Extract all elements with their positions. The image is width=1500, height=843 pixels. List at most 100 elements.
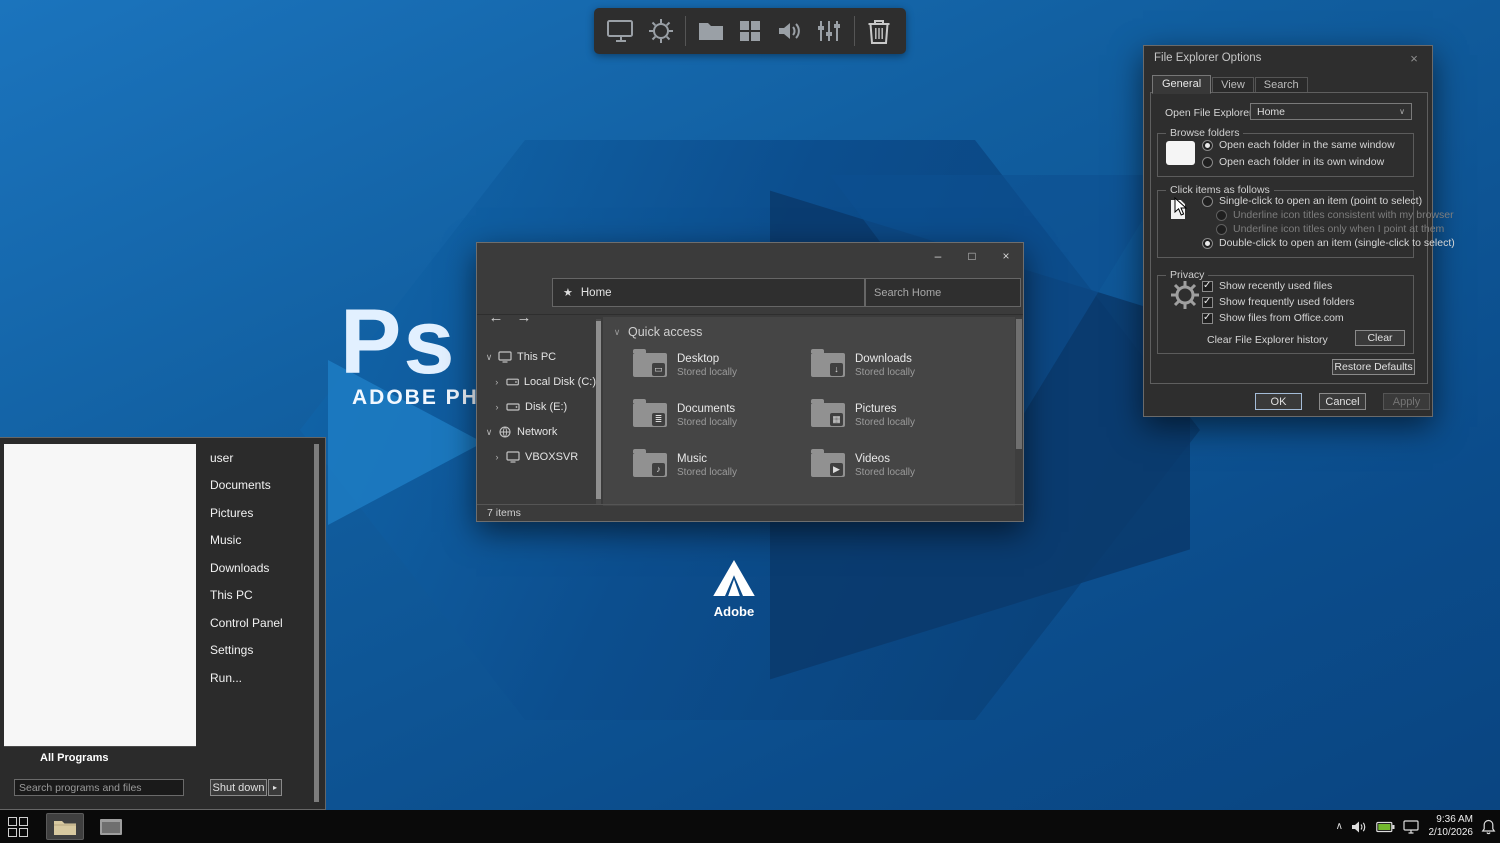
open-to-dropdown[interactable]: Home ∨ [1250, 103, 1412, 120]
disk-icon [506, 403, 520, 411]
content-scrollbar[interactable] [1015, 317, 1023, 506]
quick-access-item-pictures[interactable]: ▦ Pictures Stored locally [811, 397, 981, 437]
sidebar-item-local-disk-c[interactable]: › Local Disk (C:) [477, 371, 596, 393]
start-menu-item-user[interactable]: user [196, 444, 314, 472]
file-explorer-dock-button[interactable] [696, 13, 725, 49]
chevron-right-icon[interactable]: › [493, 452, 501, 462]
checkbox-office-files[interactable]: Show files from Office.com [1202, 312, 1344, 324]
checkbox-icon[interactable] [1202, 280, 1213, 292]
adobe-logo: Adobe [710, 560, 758, 619]
checkbox-frequent-folders[interactable]: Show frequently used folders [1202, 296, 1354, 308]
sidebar-item-vboxsvr[interactable]: › VBOXSVR [477, 446, 596, 468]
sidebar-item-this-pc[interactable]: ∨ This PC [477, 346, 596, 368]
display-settings-button[interactable] [606, 13, 636, 49]
chevron-down-icon[interactable]: ∨ [485, 352, 493, 363]
start-menu-item-settings[interactable]: Settings [196, 637, 314, 665]
radio-own-window[interactable]: Open each folder in its own window [1202, 156, 1384, 168]
sidebar-item-network[interactable]: ∨ Network [477, 421, 596, 443]
privacy-group: Privacy Show recently used files [1157, 269, 1414, 354]
start-menu-item-pictures[interactable]: Pictures [196, 499, 314, 527]
maximize-button[interactable]: □ [955, 243, 989, 269]
chevron-right-icon[interactable]: › [493, 377, 501, 387]
start-menu-item-run[interactable]: Run... [196, 664, 314, 692]
start-search-input[interactable] [14, 779, 184, 796]
quick-access-item-downloads[interactable]: ↓ Downloads Stored locally [811, 347, 981, 387]
taskbar-app-options-window[interactable] [92, 813, 130, 840]
start-menu-programs-panel [4, 444, 196, 746]
tray-expand-icon[interactable]: ∧ [1336, 821, 1343, 832]
radio-same-window[interactable]: Open each folder in the same window [1202, 139, 1395, 151]
settings-gear-button[interactable] [646, 13, 675, 49]
shutdown-options-button[interactable]: ▸ [268, 779, 282, 796]
scrollbar-thumb[interactable] [596, 321, 601, 499]
shutdown-button[interactable]: Shut down [210, 779, 267, 796]
restore-defaults-button[interactable]: Restore Defaults [1332, 359, 1415, 375]
minimize-button[interactable]: – [921, 243, 955, 269]
sidebar-item-disk-e[interactable]: › Disk (E:) [477, 396, 596, 418]
start-menu: user Documents Pictures Music Downloads … [0, 437, 326, 810]
radio-single-click[interactable]: Single-click to open an item (point to s… [1202, 195, 1422, 207]
quick-access-header[interactable]: ∨ Quick access [613, 325, 703, 339]
audio-mixer-dock-button[interactable] [814, 13, 843, 49]
taskbar: ∧ 9:36 AM 2/10/2026 [0, 810, 1500, 843]
start-grid-square [19, 828, 28, 837]
radio-icon[interactable] [1216, 223, 1227, 235]
close-button[interactable]: × [989, 243, 1023, 269]
network-icon[interactable] [1403, 819, 1419, 834]
start-button[interactable] [8, 817, 28, 837]
section-chevron-icon[interactable]: ∨ [613, 327, 621, 338]
radio-icon[interactable] [1202, 237, 1213, 249]
scrollbar-thumb[interactable] [1016, 319, 1022, 449]
sidebar-scrollbar[interactable] [596, 319, 601, 505]
radio-double-click[interactable]: Double-click to open an item (single-cli… [1202, 237, 1455, 249]
start-menu-item-music[interactable]: Music [196, 527, 314, 555]
checkbox-recent-files[interactable]: Show recently used files [1202, 280, 1332, 292]
quick-access-item-videos[interactable]: ▶ Videos Stored locally [811, 447, 981, 487]
folder-icon: ≣ [633, 399, 667, 427]
explorer-search-input[interactable] [865, 278, 1021, 307]
all-programs-button[interactable]: All Programs [40, 752, 108, 764]
start-menu-item-control-panel[interactable]: Control Panel [196, 609, 314, 637]
windows-dock-button[interactable] [736, 13, 765, 49]
radio-icon[interactable] [1216, 209, 1227, 221]
start-menu-scrollbar[interactable] [314, 444, 319, 802]
taskbar-clock[interactable]: 9:36 AM 2/10/2026 [1427, 814, 1474, 839]
chevron-right-icon[interactable]: › [493, 402, 501, 412]
start-menu-item-documents[interactable]: Documents [196, 472, 314, 500]
dropdown-value: Home [1257, 105, 1286, 118]
dialog-titlebar[interactable]: File Explorer Options × [1144, 46, 1432, 70]
cancel-button[interactable]: Cancel [1319, 393, 1366, 410]
address-bar[interactable]: ★ Home [552, 278, 865, 307]
clock-date: 2/10/2026 [1428, 826, 1474, 838]
apply-button[interactable]: Apply [1383, 393, 1430, 410]
start-grid-square [8, 817, 17, 826]
explorer-titlebar[interactable]: – □ × [477, 243, 1023, 269]
volume-dock-button[interactable] [775, 13, 804, 49]
quick-access-item-music[interactable]: ♪ Music Stored locally [633, 447, 803, 487]
tab-general[interactable]: General [1152, 75, 1212, 94]
notifications-bell-icon[interactable] [1481, 819, 1496, 835]
chevron-down-icon[interactable]: ∨ [485, 427, 493, 438]
privacy-gear-icon [1171, 281, 1199, 309]
battery-icon[interactable] [1376, 821, 1395, 833]
clear-button[interactable]: Clear [1355, 330, 1405, 346]
group-title: Browse folders [1166, 127, 1244, 139]
taskbar-app-file-explorer[interactable] [46, 813, 84, 840]
checkbox-icon[interactable] [1202, 312, 1213, 324]
radio-underline-consistent[interactable]: Underline icon titles consistent with my… [1216, 209, 1454, 221]
server-icon [506, 451, 520, 463]
dialog-close-icon[interactable]: × [1406, 51, 1422, 66]
ok-button[interactable]: OK [1255, 393, 1302, 410]
radio-icon[interactable] [1202, 195, 1213, 207]
radio-icon[interactable] [1202, 156, 1213, 168]
recycle-bin-dock-button[interactable] [865, 13, 894, 49]
volume-tray-icon[interactable] [1351, 820, 1368, 834]
video-badge-icon: ▶ [830, 463, 843, 476]
start-menu-item-this-pc[interactable]: This PC [196, 582, 314, 610]
quick-access-item-desktop[interactable]: ▭ Desktop Stored locally [633, 347, 803, 387]
radio-underline-point[interactable]: Underline icon titles only when I point … [1216, 223, 1444, 235]
start-menu-item-downloads[interactable]: Downloads [196, 554, 314, 582]
checkbox-icon[interactable] [1202, 296, 1213, 308]
radio-icon[interactable] [1202, 139, 1213, 151]
quick-access-item-documents[interactable]: ≣ Documents Stored locally [633, 397, 803, 437]
